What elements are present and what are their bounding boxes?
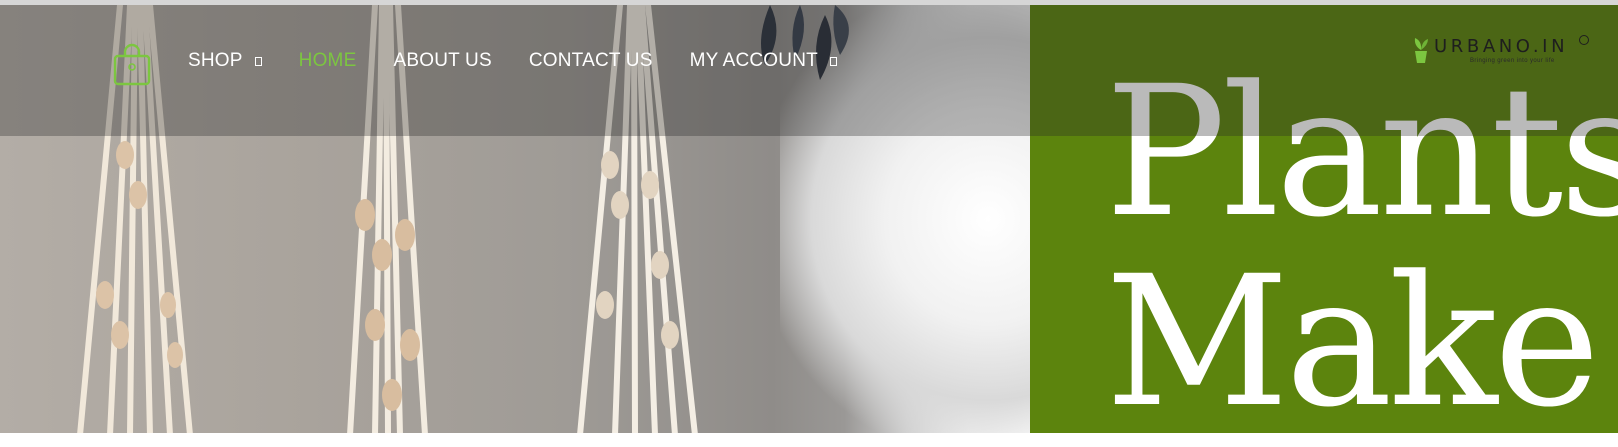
nav-item-about-us[interactable]: ABOUT US (393, 50, 491, 72)
dropdown-indicator-icon (254, 57, 262, 66)
dropdown-indicator-icon (829, 57, 837, 66)
nav-item-home[interactable]: HOME (299, 50, 357, 72)
logo-tagline: Bringing green into your life (1470, 58, 1555, 64)
logo-text: URBANO.IN (1434, 36, 1569, 57)
main-navigation: SHOP HOME ABOUT US CONTACT US MY ACCOUNT (188, 50, 874, 72)
nav-item-shop[interactable]: SHOP (188, 50, 262, 72)
nav-item-label: CONTACT US (528, 50, 653, 71)
registered-mark-icon (1579, 35, 1589, 45)
hero-headline-line-2: Make (1105, 238, 1600, 447)
nav-item-label: MY ACCOUNT (689, 50, 818, 71)
site-logo[interactable]: URBANO.IN Bringing green into your life (1412, 35, 1592, 68)
nav-item-label: SHOP (188, 50, 243, 71)
shopping-bag-icon[interactable] (112, 42, 152, 86)
nav-item-contact-us[interactable]: CONTACT US (529, 50, 653, 72)
nav-item-label: ABOUT US (393, 50, 492, 71)
plant-pot-logo-icon (1414, 38, 1428, 63)
nav-item-my-account[interactable]: MY ACCOUNT (690, 50, 837, 72)
nav-item-label: HOME (298, 50, 357, 71)
